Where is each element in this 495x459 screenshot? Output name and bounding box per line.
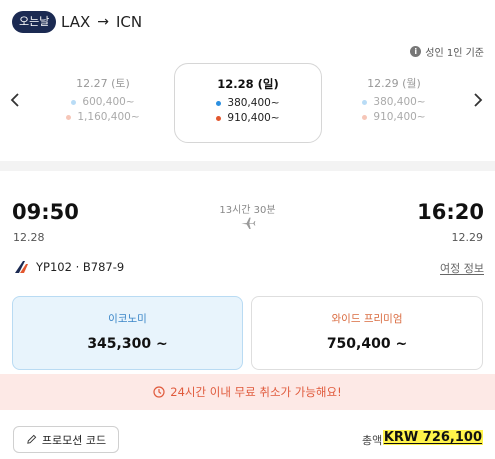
premium-fare: 910,400~ (321, 111, 467, 123)
chevron-left-icon (10, 93, 19, 107)
route: LAX → ICN (61, 12, 142, 32)
total-price: KRW 726,100 (382, 430, 483, 445)
economy-dot (71, 99, 77, 105)
origin-code: LAX (61, 13, 91, 31)
economy-fare: 380,400~ (321, 96, 467, 108)
economy-fare-value: 380,400~ (373, 96, 426, 108)
next-date-button[interactable] (473, 92, 483, 113)
date-label: 12.28 (일) (217, 77, 279, 91)
cabin-wide-premium[interactable]: 와이드 프리미엄 750,400 ~ (251, 296, 483, 370)
premium-fare-value: 1,160,400~ (77, 111, 140, 123)
economy-fare: 600,400~ (30, 96, 176, 108)
section-divider (0, 161, 495, 171)
premium-dot (216, 115, 222, 121)
pencil-icon (27, 434, 37, 444)
cabin-price: 750,400 ~ (326, 336, 408, 352)
departure-date: 12.28 (13, 231, 45, 244)
prev-date-button[interactable] (10, 92, 20, 113)
cancellation-notice: 24시간 이내 무료 취소가 가능해요! (0, 374, 495, 410)
clock-icon (153, 386, 165, 398)
cabin-name: 이코노미 (108, 313, 147, 325)
arrival-time: 16:20 (417, 200, 484, 224)
economy-fare: 380,400~ (175, 97, 321, 109)
date-option-selected[interactable]: 12.28 (일) 380,400~ 910,400~ (174, 63, 322, 143)
total-label: 총액 (362, 434, 383, 447)
economy-fare-value: 380,400~ (227, 97, 280, 109)
plane-icon (241, 217, 256, 229)
premium-dot (66, 114, 72, 120)
destination-code: ICN (115, 13, 143, 31)
date-label: 12.29 (월) (367, 77, 421, 90)
route-arrow-icon: → (97, 14, 109, 30)
economy-dot (216, 100, 222, 106)
date-option-prev[interactable]: 12.27 (토) 600,400~ 1,160,400~ (30, 63, 176, 141)
date-label: 12.27 (토) (76, 77, 130, 90)
return-badge: 오는날 (12, 11, 57, 33)
premium-fare-value: 910,400~ (373, 111, 426, 123)
passenger-info-text: 성인 1인 기준 (425, 48, 484, 59)
promo-code-label: 프로모션 코드 (41, 433, 107, 447)
info-icon: i (410, 46, 422, 57)
premium-fare-value: 910,400~ (227, 112, 280, 124)
date-option-next[interactable]: 12.29 (월) 380,400~ 910,400~ (321, 63, 467, 141)
passenger-info: i 성인 1인 기준 (410, 44, 484, 59)
airline-logo-icon (15, 261, 28, 273)
cabin-price: 345,300 ~ (87, 336, 168, 352)
chevron-right-icon (474, 93, 483, 107)
premium-dot (362, 114, 368, 120)
premium-fare: 910,400~ (175, 112, 321, 124)
arrival-date: 12.29 (451, 231, 484, 244)
economy-fare-value: 600,400~ (82, 96, 135, 108)
flight-number: YP102 · B787-9 (36, 260, 125, 274)
itinerary-link[interactable]: 여정 정보 (440, 260, 484, 276)
cabin-name: 와이드 프리미엄 (331, 313, 403, 325)
notice-text: 24시간 이내 무료 취소가 가능해요! (170, 385, 342, 399)
header: 오는날 LAX → ICN (0, 0, 495, 44)
premium-fare: 1,160,400~ (30, 111, 176, 123)
economy-dot (362, 99, 368, 105)
cabin-economy[interactable]: 이코노미 345,300 ~ (12, 296, 243, 370)
promo-code-button[interactable]: 프로모션 코드 (13, 426, 119, 453)
